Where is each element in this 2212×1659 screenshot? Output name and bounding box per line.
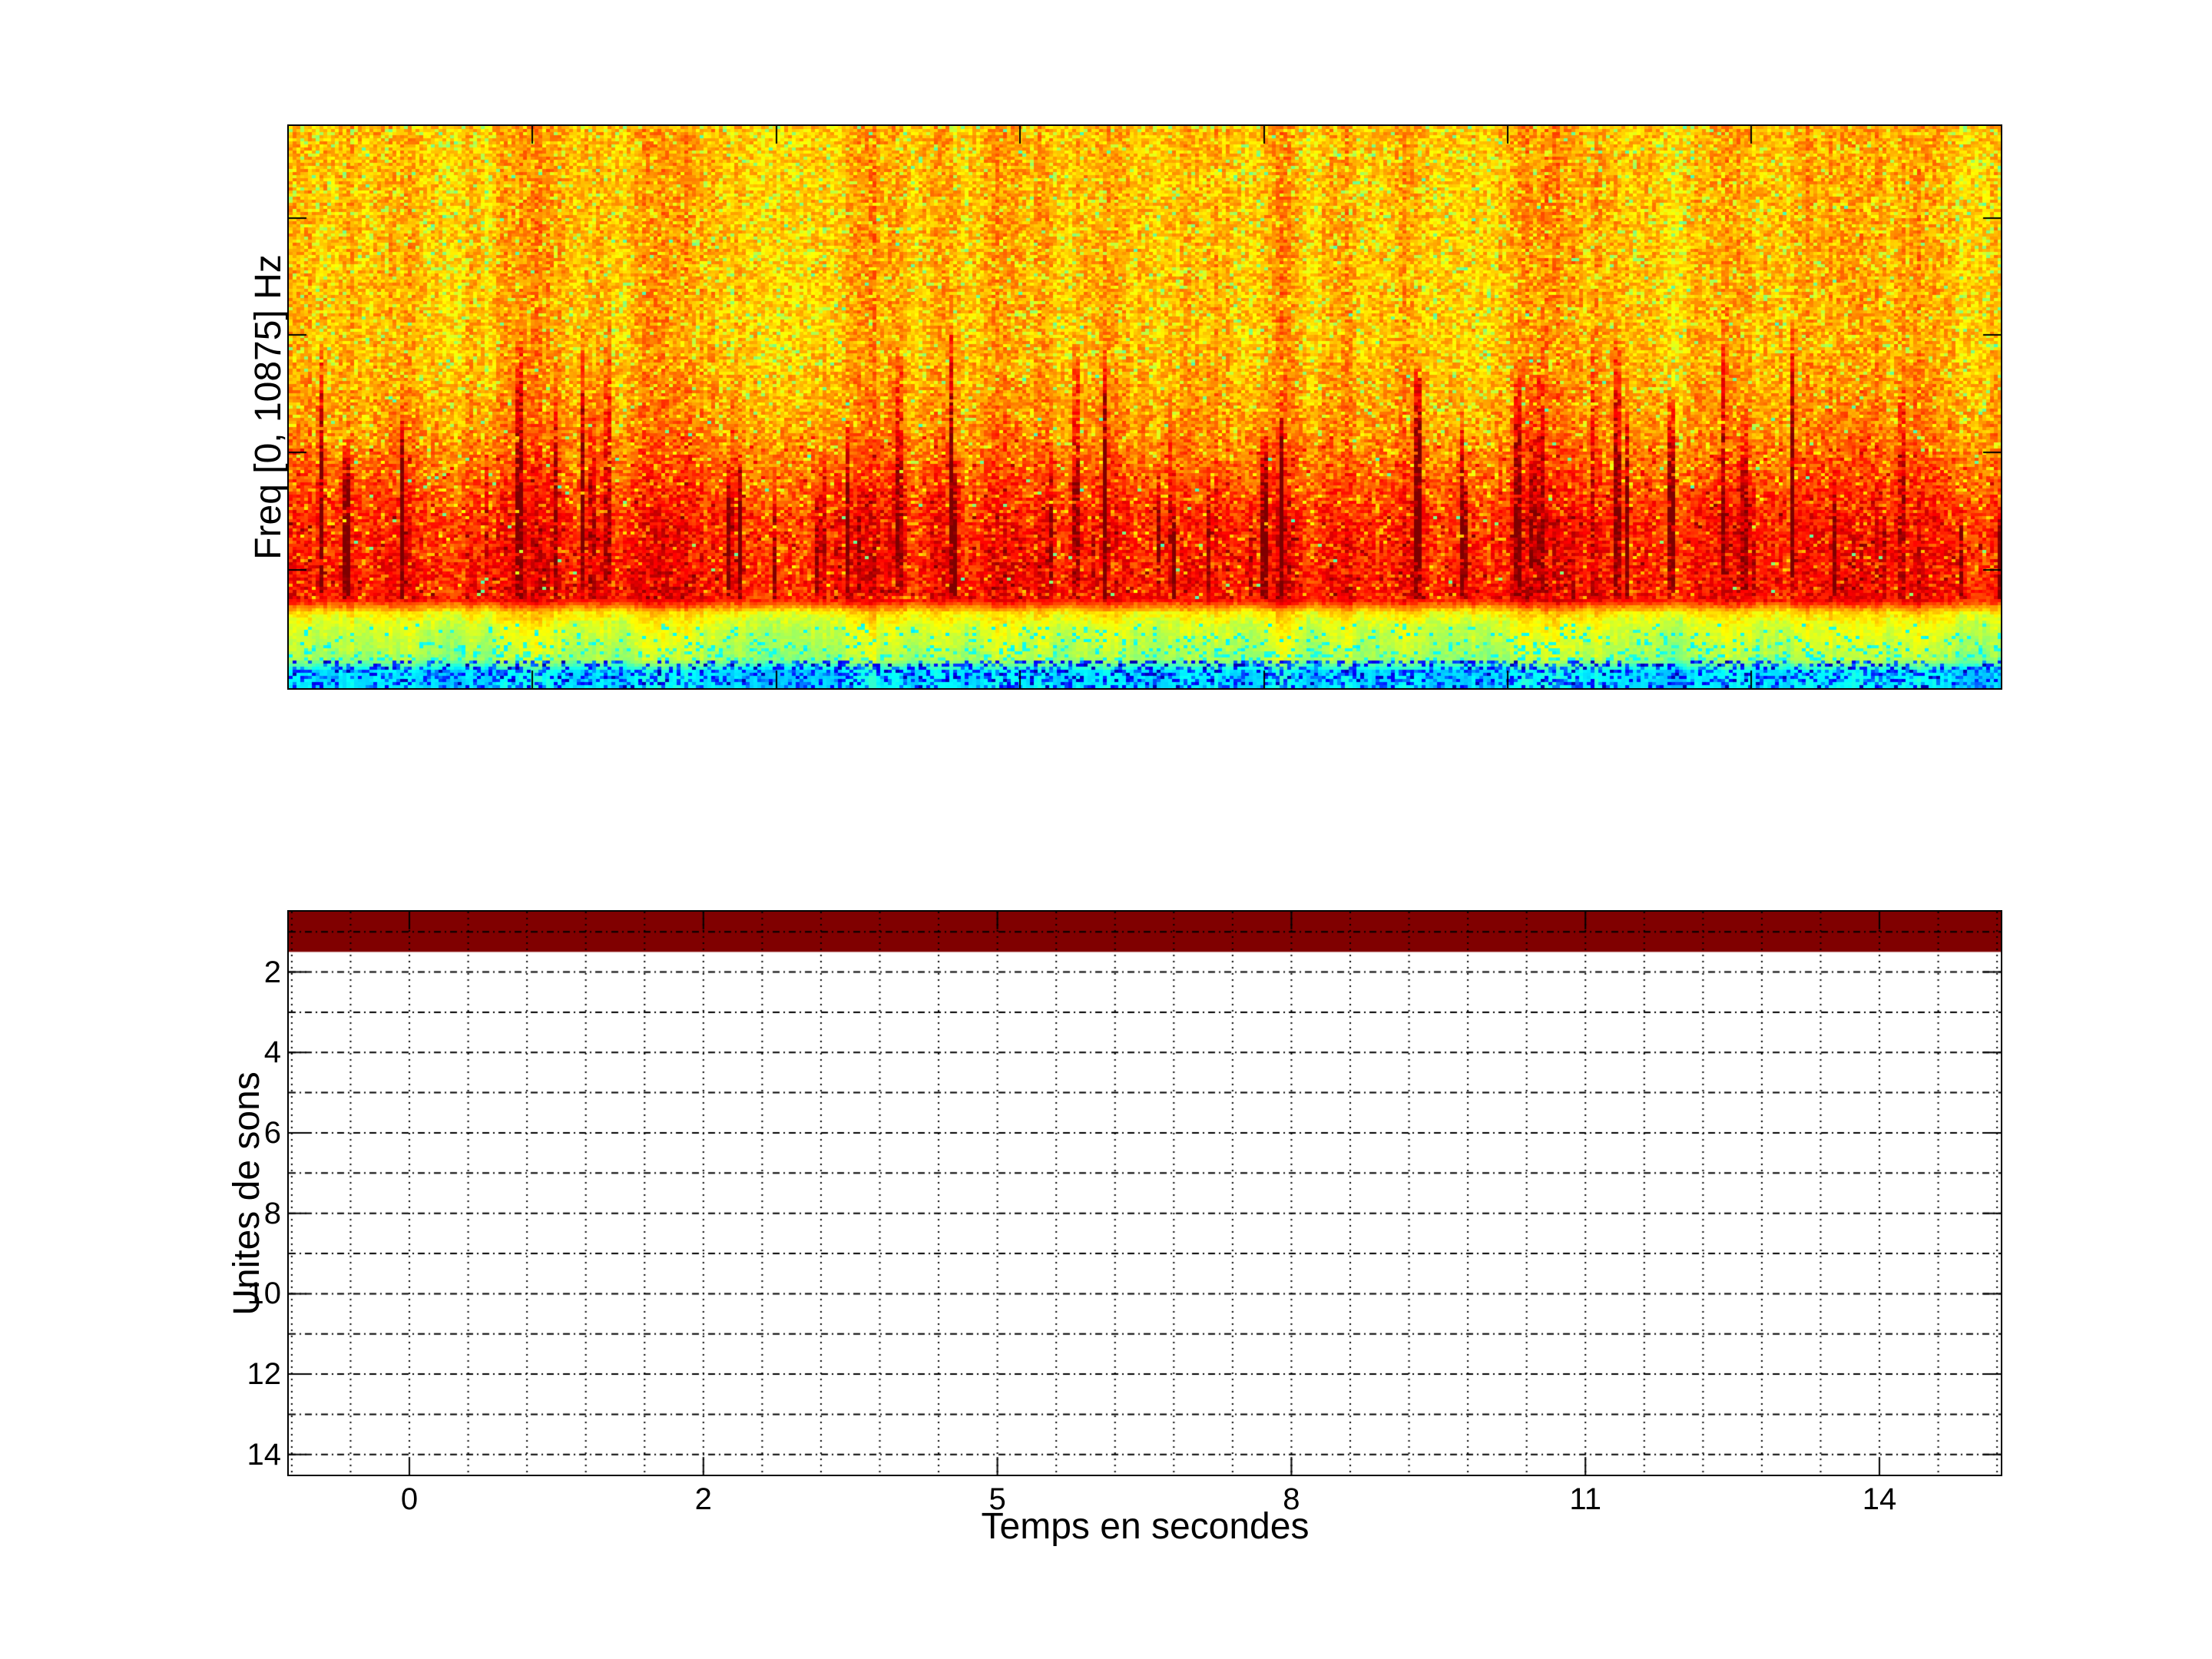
units-plot — [287, 910, 2002, 1476]
spectrogram-plot — [287, 124, 2002, 690]
spectrogram-image — [289, 126, 2001, 688]
y-tick-label: 10 — [247, 1277, 282, 1311]
y-tick-label: 6 — [263, 1115, 281, 1150]
y-tick-label: 12 — [247, 1357, 282, 1392]
y-tick-label: 8 — [263, 1196, 281, 1230]
units-plot-grid — [289, 912, 2001, 1475]
y-tick-label: 14 — [247, 1437, 282, 1472]
y-tick-label: 2 — [263, 955, 281, 989]
x-tick-label: 14 — [1862, 1482, 1897, 1516]
x-tick-label: 11 — [1569, 1482, 1601, 1516]
x-tick-label: 8 — [1283, 1482, 1300, 1516]
x-tick-label: 5 — [988, 1482, 1006, 1516]
y-tick-label: 4 — [263, 1035, 281, 1070]
units-plot-xlabel: Temps en secondes — [981, 1506, 1310, 1547]
x-tick-label: 2 — [694, 1482, 712, 1516]
spectrogram-ylabel: Freq [0, 10875] Hz — [248, 254, 289, 560]
x-tick-label: 0 — [400, 1482, 419, 1516]
matlab-figure: Freq [0, 10875] Hz Unites de sons Temps … — [0, 0, 2212, 1659]
